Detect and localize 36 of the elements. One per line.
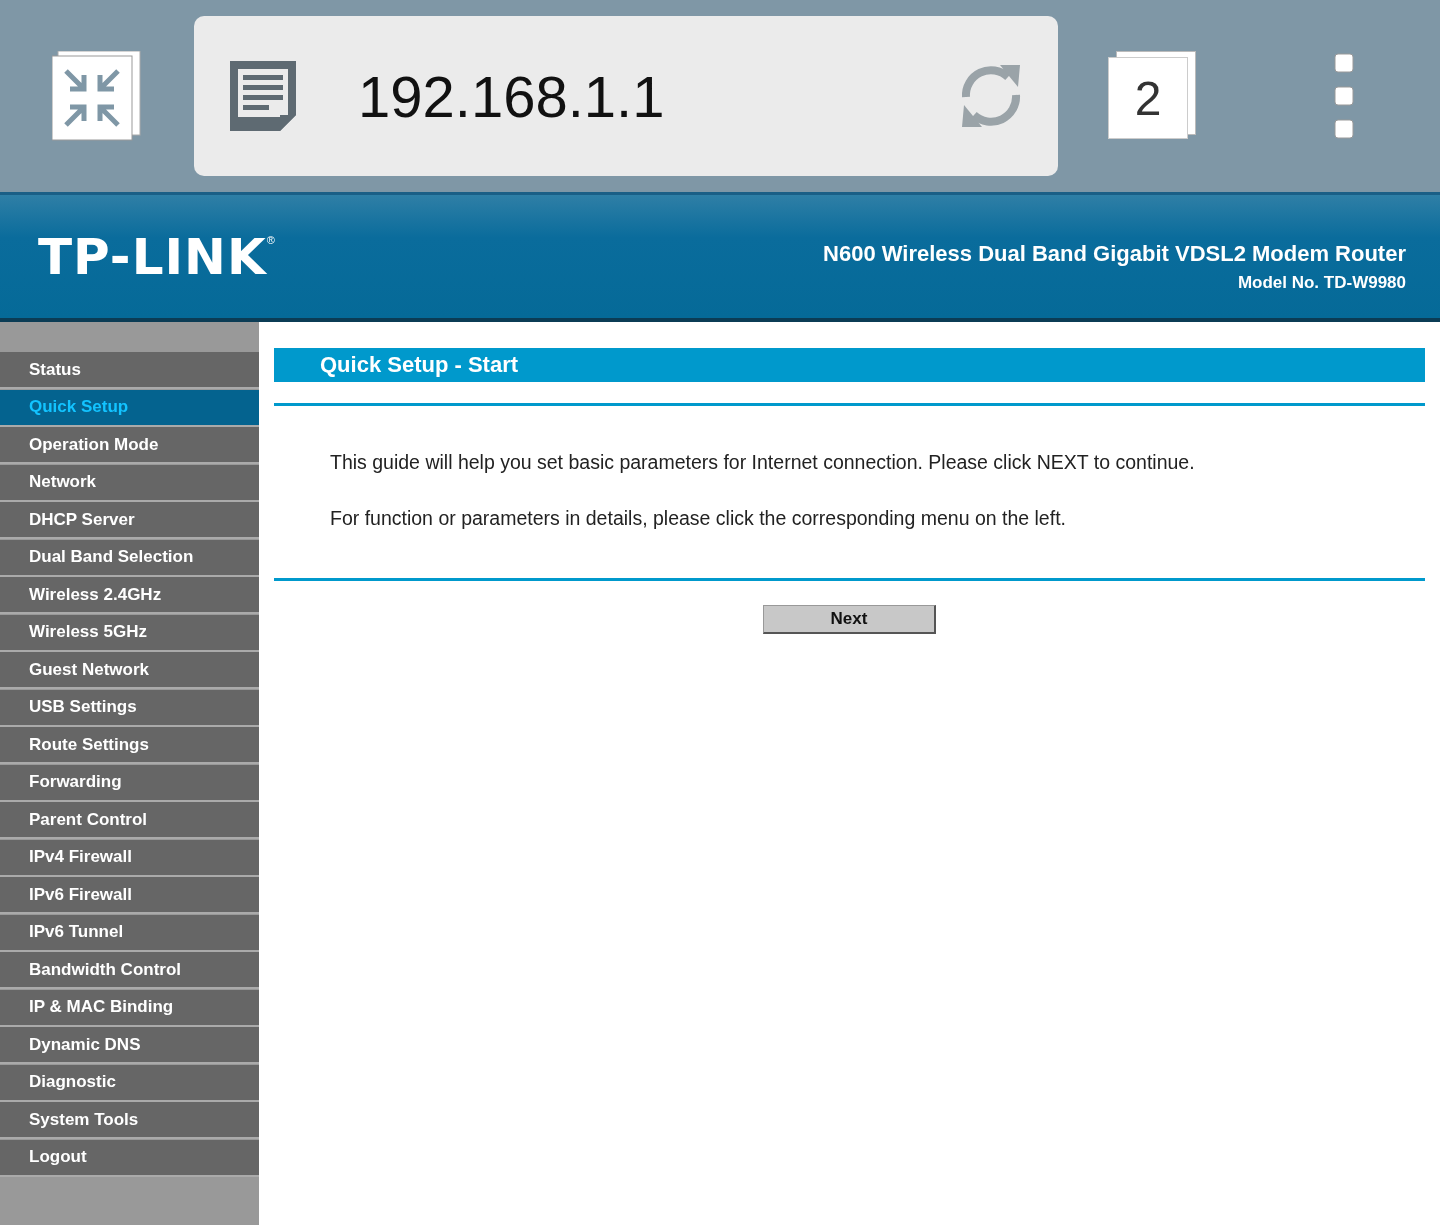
address-bar[interactable]: 192.168.1.1 [194, 16, 1058, 176]
menu-item[interactable]: Bandwidth Control [0, 952, 259, 987]
menu-item[interactable]: Guest Network [0, 652, 259, 687]
page-title: Quick Setup - Start [274, 348, 1425, 382]
instruction-text: This guide will help you set basic parameters for Internet connection. Please click NEXT to continue. [330, 450, 1196, 474]
menu-item[interactable]: Parent Control [0, 802, 259, 837]
menu-item[interactable]: IP & MAC Binding [0, 989, 259, 1025]
menu-item[interactable]: IPv6 Tunnel [0, 914, 259, 950]
exit-fullscreen-icon[interactable] [52, 51, 142, 141]
logo-text: TP-LINK [38, 227, 267, 286]
menu-item[interactable]: Dynamic DNS [0, 1027, 259, 1062]
menu-item[interactable]: Status [0, 352, 259, 387]
next-button[interactable]: Next [763, 605, 936, 634]
instruction-text: For function or parameters in details, please click the corresponding menu on the left. [330, 506, 1067, 530]
url-text[interactable]: 192.168.1.1 [358, 62, 958, 130]
menu-item[interactable]: Wireless 5GHz [0, 614, 259, 650]
model-number: Model No. TD-W9980 [1237, 272, 1406, 293]
menu-item[interactable]: Network [0, 464, 259, 500]
document-icon [230, 61, 296, 131]
product-name: N600 Wireless Dual Band Gigabit VDSL2 Modem Router [823, 240, 1406, 267]
menu-item[interactable]: DHCP Server [0, 502, 259, 537]
registered-mark: ® [266, 233, 275, 246]
menu-item[interactable]: Diagnostic [0, 1064, 259, 1100]
menu-item[interactable]: Forwarding [0, 764, 259, 800]
menu-item[interactable]: Dual Band Selection [0, 539, 259, 575]
menu-item[interactable]: Operation Mode [0, 427, 259, 462]
menu-item[interactable]: Route Settings [0, 727, 259, 762]
menu-item[interactable]: Logout [0, 1139, 259, 1175]
menu-item[interactable]: IPv6 Firewall [0, 877, 259, 912]
menu-item[interactable]: System Tools [0, 1102, 259, 1137]
menu-item[interactable]: Wireless 2.4GHz [0, 577, 259, 612]
menu-icon[interactable] [1334, 53, 1354, 139]
menu-item[interactable]: IPv4 Firewall [0, 839, 259, 875]
tab-count-button[interactable]: 2 [1108, 57, 1188, 139]
menu-item[interactable]: USB Settings [0, 689, 259, 725]
menu-item[interactable]: Quick Setup [0, 389, 259, 425]
